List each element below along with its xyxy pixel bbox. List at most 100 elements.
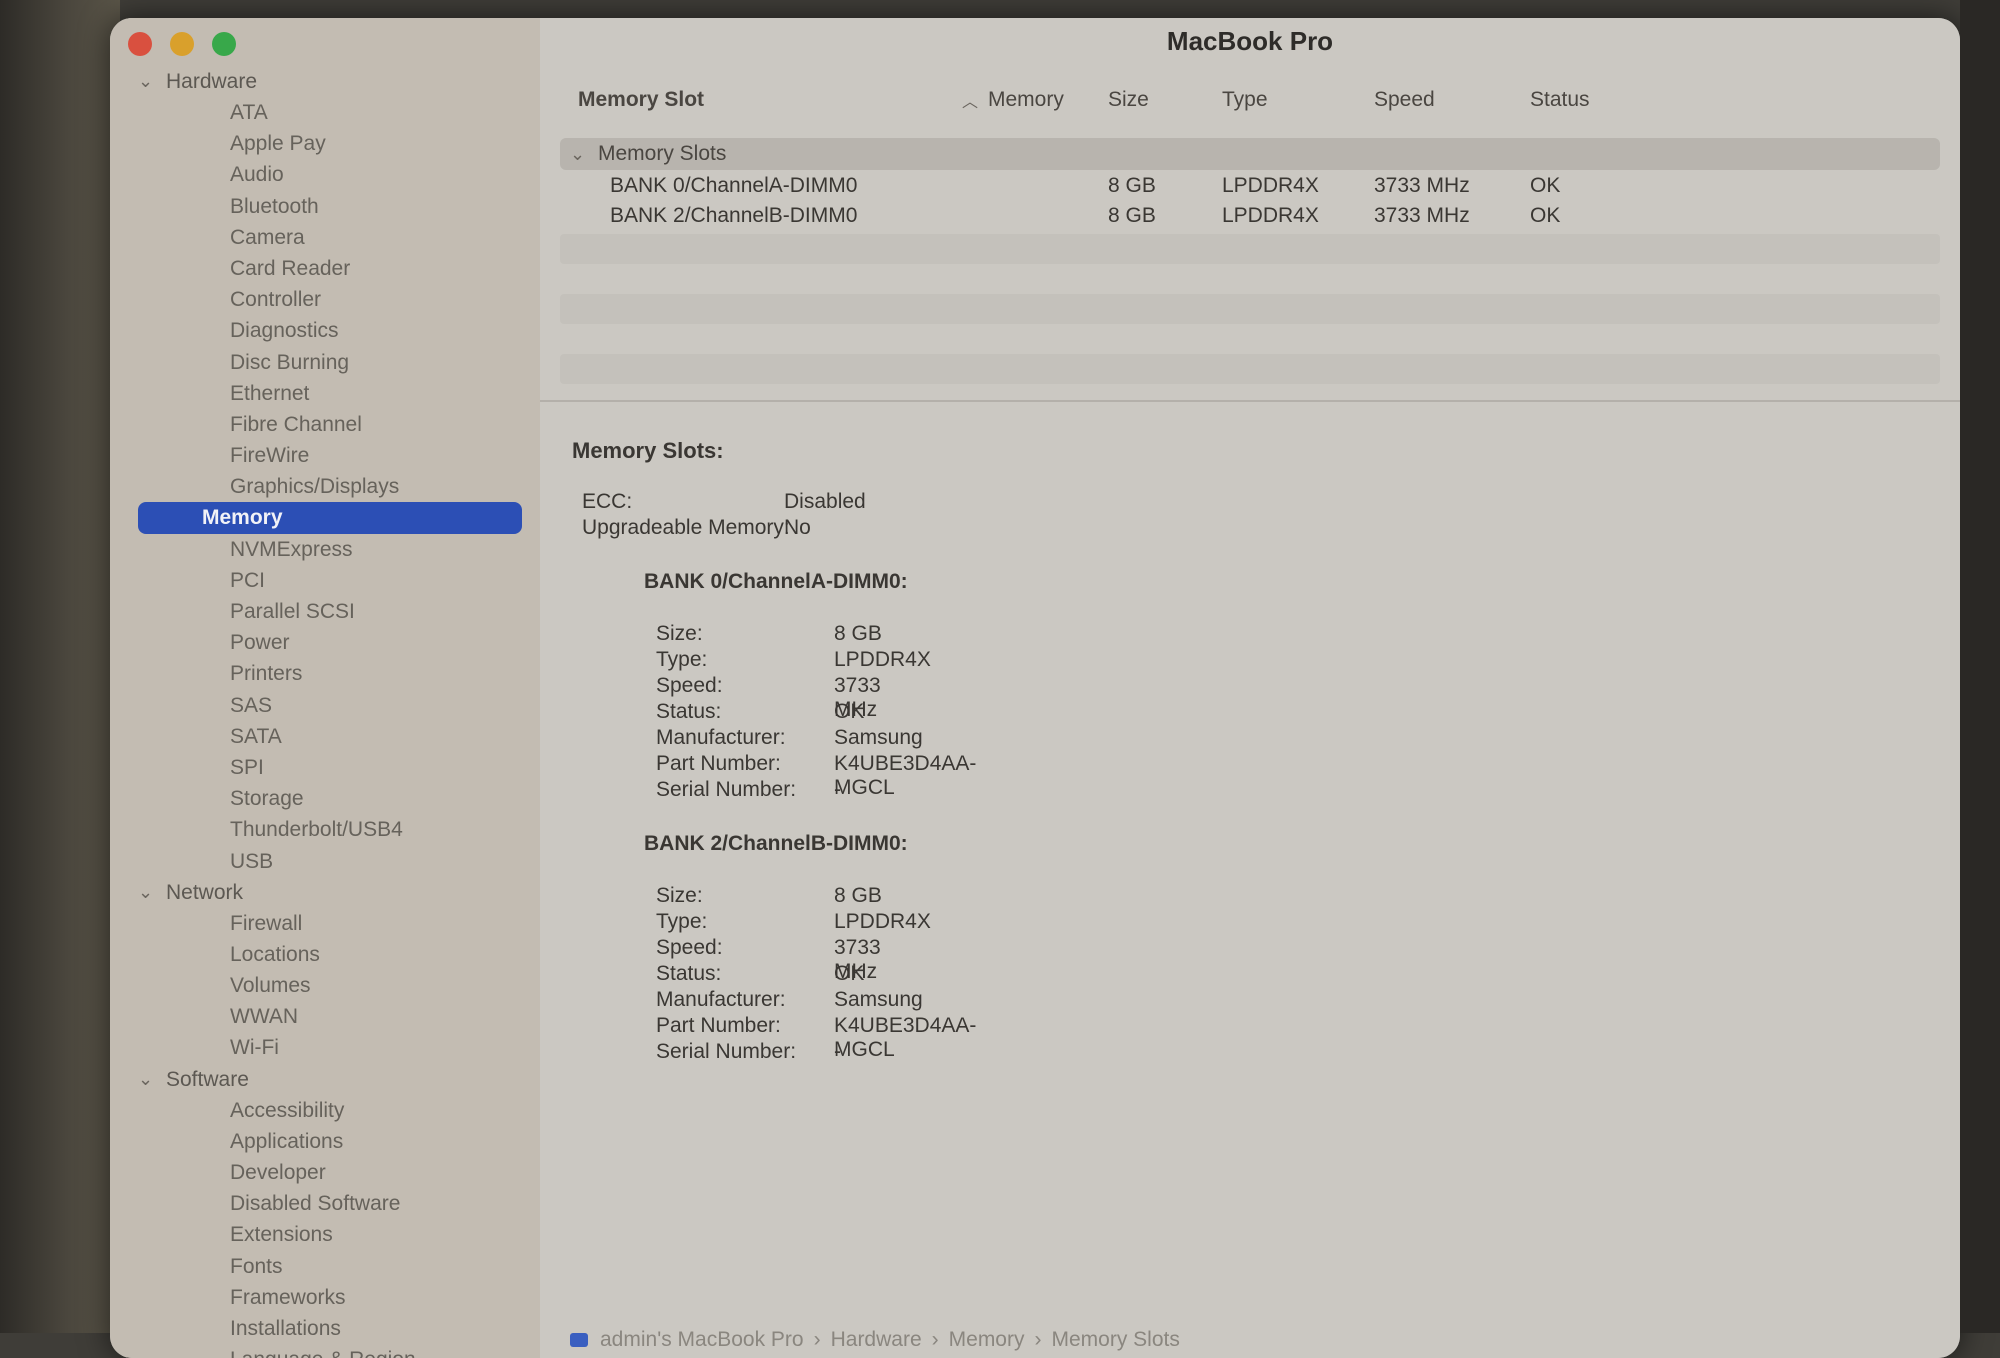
column-memory-slot[interactable]: Memory Slot — [578, 88, 704, 112]
sidebar-item-graphics-displays[interactable]: Graphics/Displays — [138, 471, 522, 502]
sidebar-group-label: Hardware — [166, 70, 258, 93]
sidebar-item-bluetooth[interactable]: Bluetooth — [138, 191, 522, 222]
breadcrumb-item[interactable]: Memory Slots — [1051, 1328, 1179, 1351]
window-controls — [128, 32, 236, 56]
detail-size: Size: 8 GB — [572, 884, 908, 910]
sidebar-item-sas[interactable]: SAS — [138, 690, 522, 721]
sidebar-item-sata[interactable]: SATA — [138, 721, 522, 752]
sidebar-item-printers[interactable]: Printers — [138, 658, 522, 689]
sidebar-item-memory[interactable]: Memory — [138, 502, 522, 534]
serial-label: Serial Number: — [656, 778, 797, 801]
sidebar-item-volumes[interactable]: Volumes — [138, 970, 522, 1001]
sidebar-item-disabled-software[interactable]: Disabled Software — [138, 1188, 522, 1219]
detail-type: Type: LPDDR4X — [572, 648, 931, 674]
minimize-button[interactable] — [170, 32, 194, 56]
sidebar-item-firewall[interactable]: Firewall — [138, 908, 522, 939]
manufacturer-value: Samsung — [834, 988, 923, 1011]
sidebar-item-apple-pay[interactable]: Apple Pay — [138, 128, 522, 159]
column-memory[interactable]: Memory — [988, 88, 1064, 112]
status-value: OK — [834, 962, 865, 985]
sidebar-group-software[interactable]: ⌄ Software — [110, 1064, 540, 1095]
column-type[interactable]: Type — [1222, 88, 1268, 112]
sidebar-item-frameworks[interactable]: Frameworks — [138, 1282, 522, 1313]
detail-speed: Speed: 3733 MHz — [572, 936, 908, 983]
sidebar-item-parallel-scsi[interactable]: Parallel SCSI — [138, 596, 522, 627]
sidebar-item-wi-fi[interactable]: Wi-Fi — [138, 1032, 522, 1063]
sort-ascending-icon[interactable]: ︿ — [962, 88, 978, 112]
sidebar-item-disc-burning[interactable]: Disc Burning — [138, 347, 522, 378]
cell-type: LPDDR4X — [1222, 174, 1319, 197]
ecc-label: ECC: — [582, 490, 633, 513]
sidebar-item-accessibility[interactable]: Accessibility — [138, 1095, 522, 1126]
breadcrumb-item[interactable]: Hardware — [831, 1328, 922, 1351]
close-button[interactable] — [128, 32, 152, 56]
cell-status: OK — [1530, 174, 1561, 197]
sidebar-item-wwan[interactable]: WWAN — [138, 1001, 522, 1032]
cell-speed: 3733 MHz — [1374, 174, 1470, 197]
zoom-button[interactable] — [212, 32, 236, 56]
sidebar-item-ethernet[interactable]: Ethernet — [138, 378, 522, 409]
sidebar-item-usb[interactable]: USB — [138, 846, 522, 877]
split-divider[interactable] — [540, 400, 1960, 402]
column-status[interactable]: Status — [1530, 88, 1590, 112]
size-label: Size: — [656, 622, 703, 645]
main-content: MacBook Pro Memory Slot ︿ Memory Size Ty… — [540, 18, 1960, 1358]
sidebar-item-diagnostics[interactable]: Diagnostics — [138, 315, 522, 346]
sidebar-item-firewire[interactable]: FireWire — [138, 440, 522, 471]
manufacturer-label: Manufacturer: — [656, 726, 786, 749]
serial-value: - — [834, 778, 841, 801]
sidebar-item-thunderbolt-usb4[interactable]: Thunderbolt/USB4 — [138, 814, 522, 845]
bank-details: Size: 8 GB Type: LPDDR4X Speed: 3733 MHz Statu… — [572, 884, 976, 1066]
speed-label: Speed: — [656, 936, 723, 959]
detail-part: Part Number: K4UBE3D4AA-MGCL — [572, 1014, 976, 1061]
sidebar-item-ata[interactable]: ATA — [138, 97, 522, 128]
table-group-memory-slots[interactable]: ⌄ Memory Slots — [560, 138, 1940, 170]
part-label: Part Number: — [656, 1014, 781, 1037]
sidebar-item-developer[interactable]: Developer — [138, 1157, 522, 1188]
sidebar-item-power[interactable]: Power — [138, 627, 522, 658]
chevron-down-icon[interactable]: ⌄ — [138, 66, 153, 97]
sidebar-item-audio[interactable]: Audio — [138, 159, 522, 190]
cell-slot: BANK 2/ChannelB-DIMM0 — [610, 204, 858, 227]
table-row[interactable]: BANK 0/ChannelA-DIMM0 8 GB LPDDR4X 3733 MHz… — [560, 170, 1940, 200]
empty-row — [560, 294, 1940, 324]
breadcrumb-item[interactable]: Memory — [949, 1328, 1025, 1351]
sidebar-item-nvmexpress[interactable]: NVMExpress — [138, 534, 522, 565]
desktop-edge — [1960, 0, 2000, 1333]
cell-speed: 3733 MHz — [1374, 204, 1470, 227]
sidebar-item-camera[interactable]: Camera — [138, 222, 522, 253]
sidebar-group-hardware[interactable]: ⌄ Hardware — [110, 66, 540, 97]
sidebar-item-applications[interactable]: Applications — [138, 1126, 522, 1157]
detail-type: Type: LPDDR4X — [572, 910, 931, 936]
sidebar-item-spi[interactable]: SPI — [138, 752, 522, 783]
sidebar: ⌄ Hardware ATA Apple Pay Audio Bluetooth Camer… — [110, 18, 540, 1358]
column-speed[interactable]: Speed — [1374, 88, 1435, 112]
empty-row — [560, 354, 1940, 384]
window-title: MacBook Pro — [1166, 26, 1334, 56]
chevron-down-icon[interactable]: ⌄ — [138, 877, 153, 908]
sidebar-item-controller[interactable]: Controller — [138, 284, 522, 315]
size-value: 8 GB — [834, 622, 882, 645]
group-label: Memory Slots — [598, 142, 727, 165]
sidebar-item-installations[interactable]: Installations — [138, 1313, 522, 1344]
sidebar-item-language-region[interactable]: Language & Region — [138, 1344, 522, 1358]
upgradeable-label: Upgradeable Memory: — [582, 516, 790, 539]
column-size[interactable]: Size — [1108, 88, 1149, 112]
system-information-window: ⌄ Hardware ATA Apple Pay Audio Bluetooth Camer… — [110, 18, 1960, 1358]
sidebar-item-storage[interactable]: Storage — [138, 783, 522, 814]
sidebar-item-extensions[interactable]: Extensions — [138, 1219, 522, 1250]
chevron-down-icon[interactable]: ⌄ — [570, 138, 585, 170]
sidebar-item-fonts[interactable]: Fonts — [138, 1251, 522, 1282]
sidebar-group-network[interactable]: ⌄ Network — [110, 877, 540, 908]
sidebar-item-pci[interactable]: PCI — [138, 565, 522, 596]
breadcrumb-item[interactable]: admin's MacBook Pro — [600, 1328, 804, 1351]
chevron-down-icon[interactable]: ⌄ — [138, 1064, 153, 1095]
speed-label: Speed: — [656, 674, 723, 697]
table-row[interactable]: BANK 2/ChannelB-DIMM0 8 GB LPDDR4X 3733 MHz… — [560, 200, 1940, 230]
sidebar-group-label: Network — [166, 880, 244, 904]
type-label: Type: — [656, 910, 708, 933]
sidebar-item-fibre-channel[interactable]: Fibre Channel — [138, 409, 522, 440]
sidebar-item-locations[interactable]: Locations — [138, 939, 522, 970]
sidebar-item-card-reader[interactable]: Card Reader — [138, 253, 522, 284]
detail-upgradeable: Upgradeable Memory: No — [572, 516, 908, 542]
